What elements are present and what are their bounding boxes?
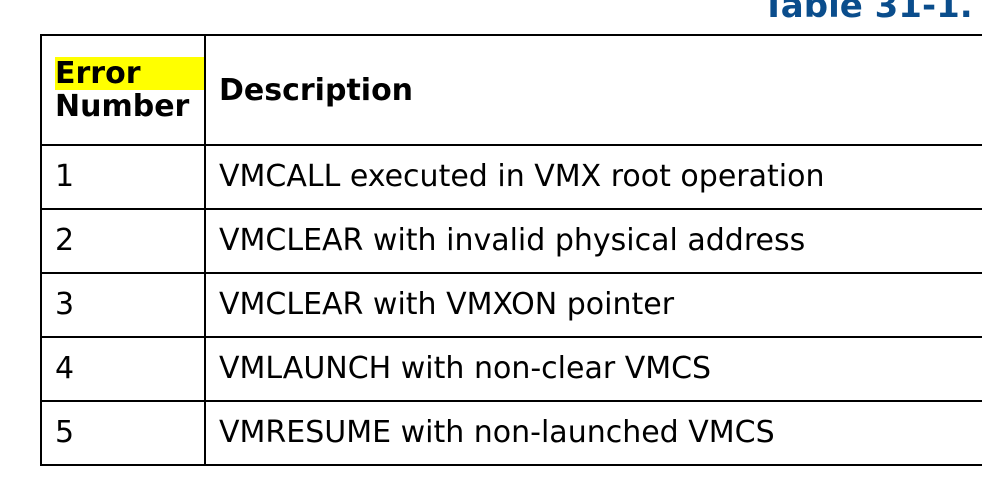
- table-row: 3 VMCLEAR with VMXON pointer: [40, 272, 982, 338]
- highlighted-term: Error: [55, 57, 203, 90]
- description-cell: VMRESUME with non-launched VMCS: [204, 400, 982, 466]
- error-number-cell: 3: [40, 272, 206, 338]
- error-table: Error Number Description 1 VMCALL execut…: [40, 34, 982, 466]
- description-cell: VMLAUNCH with non-clear VMCS: [204, 336, 982, 402]
- error-number-header-line1: Error: [55, 57, 203, 90]
- table-container: Error Number Description 1 VMCALL execut…: [0, 0, 982, 480]
- error-number-cell: 2: [40, 208, 206, 274]
- description-header: Description: [204, 34, 982, 146]
- error-number-cell: 1: [40, 144, 206, 210]
- description-cell: VMCALL executed in VMX root operation: [204, 144, 982, 210]
- table-row: 4 VMLAUNCH with non-clear VMCS: [40, 336, 982, 402]
- header-row: Error Number Description: [40, 34, 982, 146]
- description-cell: VMCLEAR with VMXON pointer: [204, 272, 982, 338]
- error-number-cell: 4: [40, 336, 206, 402]
- description-cell: VMCLEAR with invalid physical address: [204, 208, 982, 274]
- error-number-header-line2: Number: [55, 89, 190, 124]
- error-number-cell: 5: [40, 400, 206, 466]
- table-row: 5 VMRESUME with non-launched VMCS: [40, 400, 982, 466]
- table-row: 2 VMCLEAR with invalid physical address: [40, 208, 982, 274]
- table-row: 1 VMCALL executed in VMX root operation: [40, 144, 982, 210]
- error-number-header: Error Number: [40, 34, 206, 146]
